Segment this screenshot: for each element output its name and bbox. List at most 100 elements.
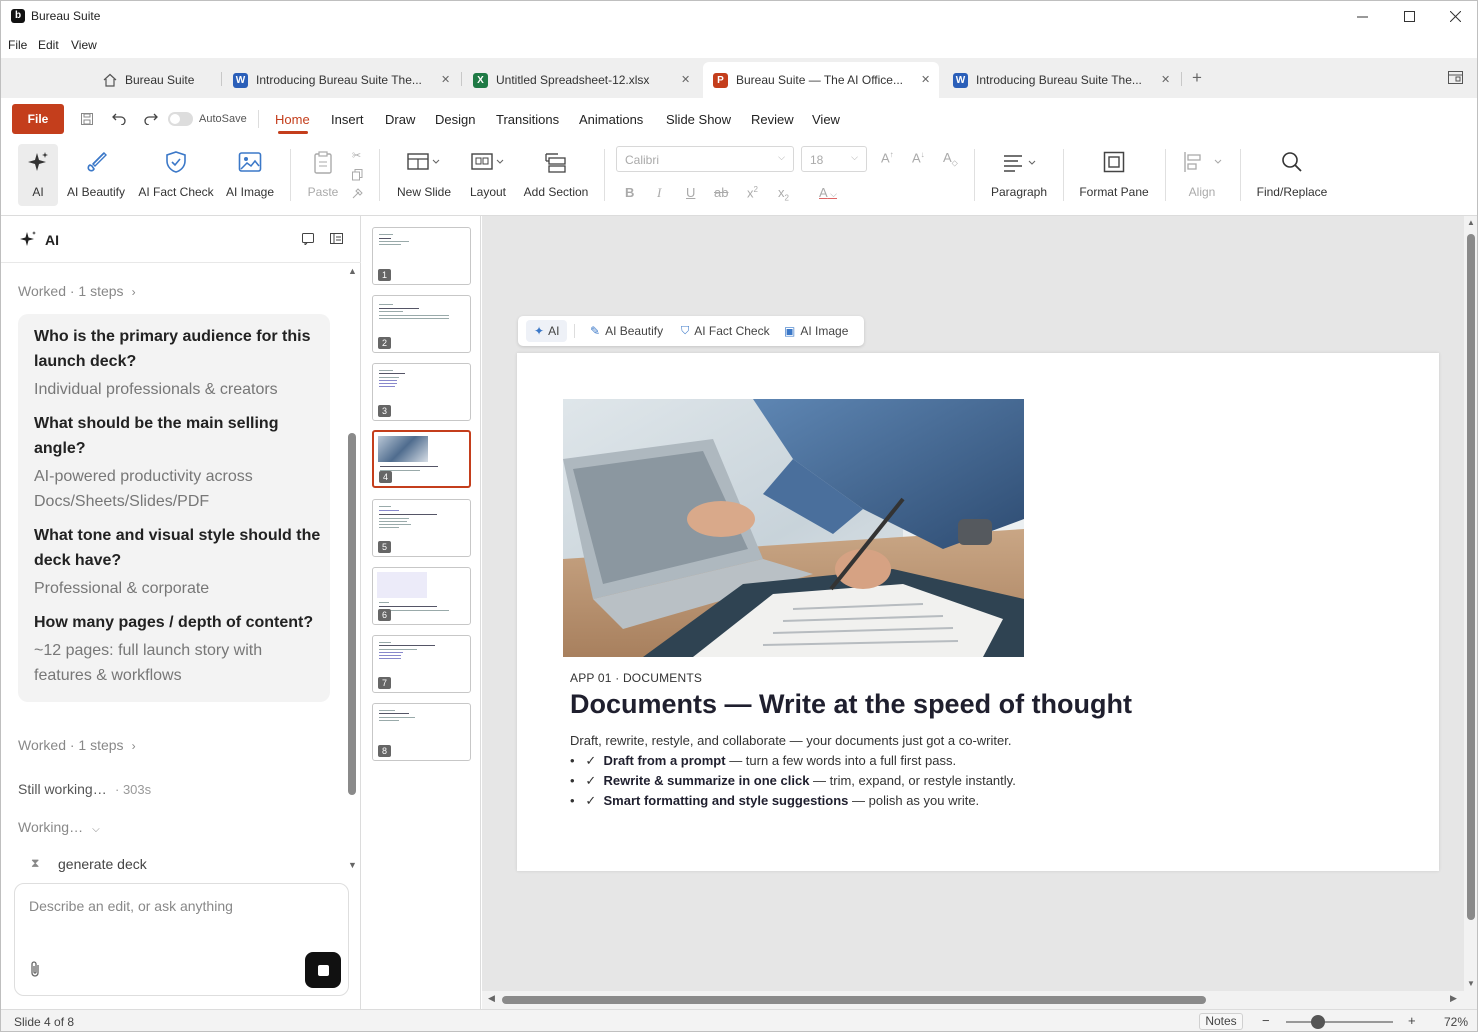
tab-home[interactable]: Bureau Suite bbox=[103, 62, 213, 98]
scroll-right-icon[interactable]: ▶ bbox=[1450, 993, 1457, 1004]
zoom-slider-thumb[interactable] bbox=[1311, 1015, 1326, 1029]
new-slide-button[interactable]: New Slide bbox=[394, 144, 454, 208]
redo-icon[interactable] bbox=[144, 112, 158, 125]
undo-icon[interactable] bbox=[112, 112, 126, 125]
float-fact-check-button[interactable]: ⛉ AI Fact Check bbox=[681, 324, 770, 338]
underline-icon[interactable]: U bbox=[686, 185, 695, 200]
slide-bullet-3[interactable]: • ✓ Smart formatting and style suggestio… bbox=[570, 793, 979, 809]
strikethrough-icon[interactable]: ab bbox=[714, 185, 728, 200]
format-painter-icon[interactable] bbox=[352, 188, 363, 199]
grow-font-icon[interactable]: A↑ bbox=[881, 150, 894, 165]
scroll-left-icon[interactable]: ◀ bbox=[488, 993, 495, 1004]
vertical-scrollbar[interactable]: ▲ ▼ bbox=[1464, 216, 1477, 1009]
slide-thumbnail-1[interactable]: 1 bbox=[372, 227, 471, 285]
font-name-dropdown[interactable]: Calibri ⌵ bbox=[616, 146, 794, 172]
chat-input[interactable] bbox=[29, 898, 329, 914]
attach-paperclip-icon[interactable] bbox=[29, 961, 41, 978]
tab-animations[interactable]: Animations bbox=[579, 112, 643, 127]
tab-insert[interactable]: Insert bbox=[331, 112, 364, 127]
stop-generation-button[interactable] bbox=[305, 952, 341, 988]
slide-thumbnail-2[interactable]: 2 bbox=[372, 295, 471, 353]
tab-review[interactable]: Review bbox=[751, 112, 794, 127]
tab-home-ribbon[interactable]: Home bbox=[275, 112, 310, 127]
font-color-icon[interactable]: A ⌵ bbox=[819, 185, 837, 200]
scroll-down-icon[interactable]: ▼ bbox=[1467, 979, 1475, 988]
ai-fact-check-button[interactable]: AI Fact Check bbox=[138, 144, 214, 208]
slide-bullet-1[interactable]: • ✓ Draft from a prompt — turn a few wor… bbox=[570, 753, 956, 769]
paste-button[interactable]: Paste bbox=[304, 144, 342, 208]
scroll-down-icon[interactable]: ▼ bbox=[348, 860, 357, 870]
superscript-icon[interactable]: x2 bbox=[747, 185, 758, 200]
format-pane-button[interactable]: Format Pane bbox=[1077, 144, 1151, 208]
slide-hero-photo[interactable] bbox=[563, 399, 1024, 657]
scroll-up-icon[interactable]: ▲ bbox=[348, 266, 357, 276]
zoom-slider-track[interactable] bbox=[1286, 1021, 1393, 1023]
tab-spreadsheet[interactable]: X Untitled Spreadsheet-12.xlsx bbox=[473, 62, 698, 98]
new-chat-icon[interactable] bbox=[302, 233, 315, 245]
tab-transitions[interactable]: Transitions bbox=[496, 112, 559, 127]
slide-thumbnail-8[interactable]: 8 bbox=[372, 703, 471, 761]
add-section-button[interactable]: Add Section bbox=[521, 144, 591, 208]
tab-slide-show[interactable]: Slide Show bbox=[666, 112, 731, 127]
shrink-font-icon[interactable]: A↓ bbox=[912, 150, 925, 165]
notes-button[interactable]: Notes bbox=[1199, 1013, 1243, 1030]
tab-doc-1[interactable]: W Introducing Bureau Suite The... bbox=[233, 62, 458, 98]
slide-kicker[interactable]: APP 01 · DOCUMENTS bbox=[570, 671, 702, 685]
scroll-up-icon[interactable]: ▲ bbox=[1467, 218, 1475, 227]
tab-close-icon[interactable]: ✕ bbox=[921, 73, 930, 86]
ai-panel-scrollbar-thumb[interactable] bbox=[348, 433, 356, 795]
save-icon[interactable] bbox=[81, 113, 93, 125]
tab-design[interactable]: Design bbox=[435, 112, 475, 127]
horizontal-scrollbar[interactable]: ◀ ▶ bbox=[482, 991, 1464, 1009]
font-size-dropdown[interactable]: 18 ⌵ bbox=[801, 146, 867, 172]
bold-icon[interactable]: B bbox=[625, 185, 634, 200]
paragraph-button[interactable]: Paragraph bbox=[989, 144, 1049, 208]
new-tab-plus-icon[interactable]: + bbox=[1192, 68, 1202, 88]
menu-edit[interactable]: Edit bbox=[38, 38, 59, 52]
layout-button[interactable]: Layout bbox=[466, 144, 510, 208]
worked-status-2[interactable]: Worked · 1 steps › bbox=[18, 737, 136, 753]
menu-file[interactable]: File bbox=[8, 38, 27, 52]
copy-icon[interactable] bbox=[352, 169, 363, 181]
tab-slides-active[interactable]: P Bureau Suite — The AI Office... bbox=[703, 62, 939, 98]
tab-close-icon[interactable]: ✕ bbox=[1161, 73, 1170, 86]
horizontal-scrollbar-thumb[interactable] bbox=[502, 996, 1206, 1004]
tab-draw[interactable]: Draw bbox=[385, 112, 415, 127]
autosave-toggle[interactable] bbox=[168, 112, 193, 126]
vertical-scrollbar-thumb[interactable] bbox=[1467, 234, 1475, 920]
find-replace-button[interactable]: Find/Replace bbox=[1255, 144, 1329, 208]
minimize-button[interactable] bbox=[1339, 1, 1385, 31]
clear-format-icon[interactable]: A◇ bbox=[943, 150, 958, 168]
tab-view[interactable]: View bbox=[812, 112, 840, 127]
zoom-in-icon[interactable]: + bbox=[1408, 1013, 1416, 1028]
ai-button[interactable]: AI bbox=[18, 144, 58, 206]
ai-image-button[interactable]: AI Image bbox=[223, 144, 277, 208]
tab-close-icon[interactable]: ✕ bbox=[681, 73, 690, 86]
subscript-icon[interactable]: x2 bbox=[778, 185, 789, 203]
slide-canvas[interactable]: ✦ AI ✎ AI Beautify ⛉ AI Fact Check ▣ AI Imag… bbox=[482, 216, 1464, 991]
current-slide[interactable]: APP 01 · DOCUMENTS Documents — Write at … bbox=[517, 353, 1439, 871]
slide-subtitle[interactable]: Draft, rewrite, restyle, and collaborate… bbox=[570, 733, 1011, 748]
slide-thumbnail-4-active[interactable]: 4 bbox=[372, 430, 471, 488]
zoom-out-icon[interactable]: − bbox=[1262, 1013, 1270, 1028]
file-menu-button[interactable]: File bbox=[12, 104, 64, 134]
align-button[interactable]: Align bbox=[1179, 144, 1225, 208]
slide-thumbnail-6[interactable]: 6 bbox=[372, 567, 471, 625]
tab-doc-2[interactable]: W Introducing Bureau Suite The... bbox=[953, 62, 1178, 98]
slide-thumbnail-5[interactable]: 5 bbox=[372, 499, 471, 557]
worked-status-1[interactable]: Worked · 1 steps › bbox=[18, 283, 136, 299]
maximize-button[interactable] bbox=[1386, 1, 1432, 31]
float-ai-button[interactable]: ✦ AI bbox=[526, 320, 568, 342]
slide-thumbnail-7[interactable]: 7 bbox=[372, 635, 471, 693]
float-image-button[interactable]: ▣ AI Image bbox=[784, 324, 848, 338]
ai-beautify-button[interactable]: AI Beautify bbox=[66, 144, 126, 208]
panel-layout-icon[interactable] bbox=[330, 233, 343, 245]
italic-icon[interactable]: I bbox=[657, 185, 661, 201]
float-beautify-button[interactable]: ✎ AI Beautify bbox=[590, 324, 663, 338]
cut-icon[interactable]: ✂ bbox=[352, 149, 361, 162]
menu-view[interactable]: View bbox=[71, 38, 97, 52]
slide-thumbnail-3[interactable]: 3 bbox=[372, 363, 471, 421]
slide-title[interactable]: Documents — Write at the speed of though… bbox=[570, 689, 1132, 720]
tab-close-icon[interactable]: ✕ bbox=[441, 73, 450, 86]
working-status-toggle[interactable]: Working… ⌵ bbox=[18, 819, 100, 835]
